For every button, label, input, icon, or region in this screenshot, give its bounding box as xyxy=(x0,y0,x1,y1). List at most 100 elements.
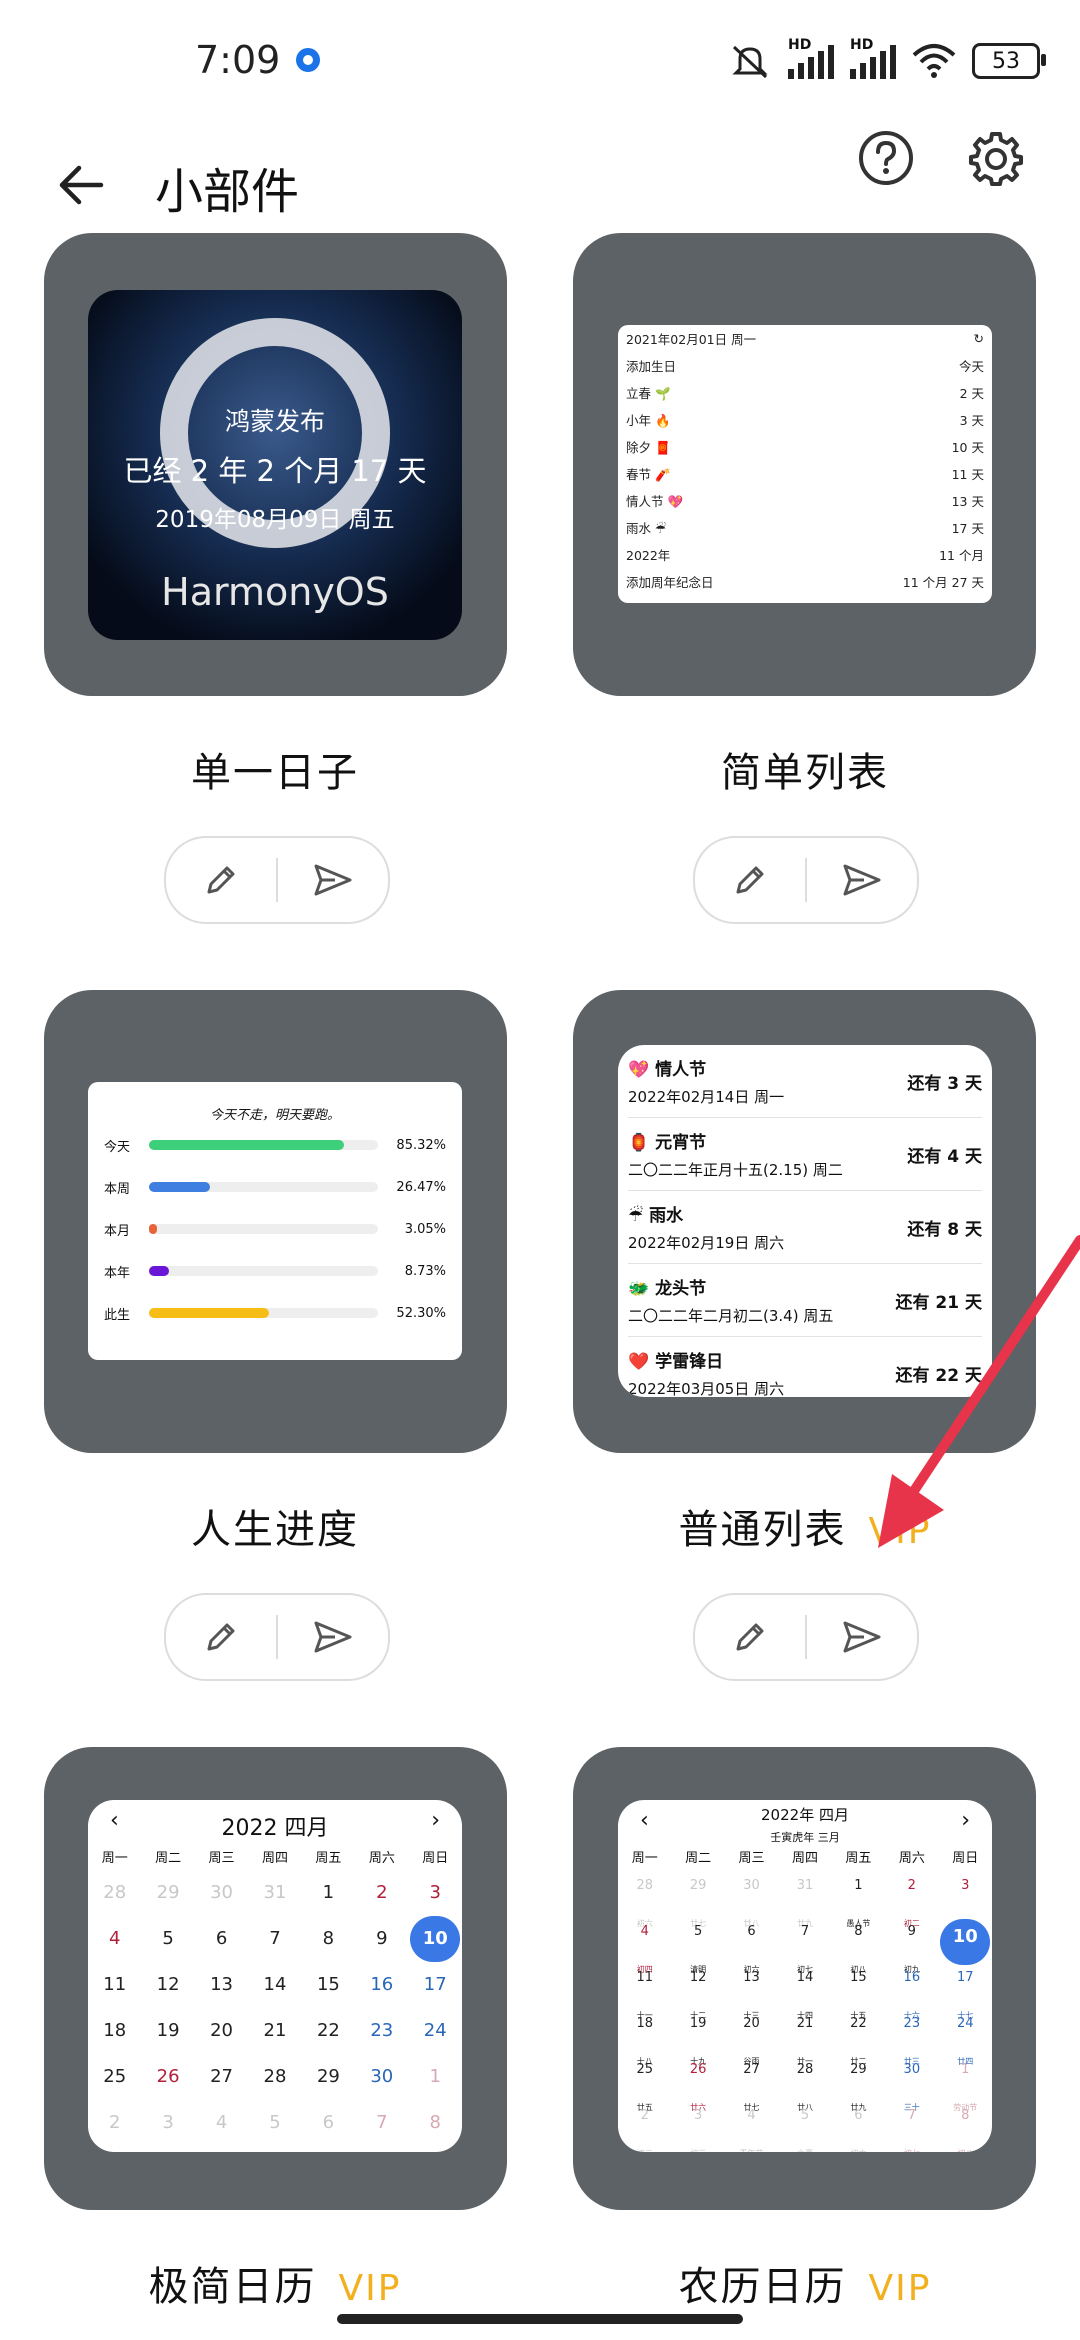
calendar-day[interactable]: 25 xyxy=(88,2054,141,2100)
calendar-day[interactable]: 8 xyxy=(409,2100,462,2146)
simple-list-row[interactable]: 情人节 💖 13 天 xyxy=(618,487,992,514)
calendar-day[interactable]: 5 立夏 xyxy=(778,2100,831,2152)
calendar-day[interactable]: 30 xyxy=(355,2054,408,2100)
edit-button[interactable] xyxy=(695,1595,805,1679)
calendar-day[interactable]: 10 xyxy=(409,1916,462,1962)
calendar-day[interactable]: 8 xyxy=(302,1916,355,1962)
calendar-day[interactable]: 18 十八 xyxy=(618,2008,671,2066)
calendar-day[interactable]: 7初七 xyxy=(778,1916,831,1974)
calendar-day[interactable]: 31 xyxy=(248,1870,301,1916)
calendar-day[interactable]: 3 初三 xyxy=(671,2100,724,2152)
simple-list-row[interactable]: 春节 🧨 11 天 xyxy=(618,460,992,487)
calendar-day[interactable]: 10 初十 xyxy=(939,1916,992,1979)
calendar-day[interactable]: 20 谷雨 xyxy=(725,2008,778,2066)
calendar-day[interactable]: 28 xyxy=(248,2054,301,2100)
calendar-day[interactable]: 29 廿七 xyxy=(671,1870,724,1928)
calendar-day[interactable]: 12 xyxy=(141,1962,194,2008)
calendar-day[interactable]: 6 xyxy=(195,1916,248,1962)
calendar-day[interactable]: 21 廿一 xyxy=(778,2008,831,2066)
send-button[interactable] xyxy=(278,1595,388,1679)
calendar-day[interactable]: 1 愚人节 xyxy=(832,1870,885,1928)
calendar-day[interactable]: 11 十一 xyxy=(618,1962,671,2020)
calendar-day[interactable]: 31 廿九 xyxy=(778,1870,831,1928)
simple-list-row[interactable]: 除夕 🧧 10 天 xyxy=(618,433,992,460)
calendar-day[interactable]: 21 xyxy=(248,2008,301,2054)
help-icon[interactable] xyxy=(858,130,914,186)
calendar-day[interactable]: 28 廿八 xyxy=(778,2054,831,2112)
calendar-day[interactable]: 7初七 xyxy=(885,2100,938,2152)
calendar-day[interactable]: 13 xyxy=(195,1962,248,2008)
calendar-day[interactable]: 7 xyxy=(355,2100,408,2146)
calendar-day[interactable]: 7 xyxy=(248,1916,301,1962)
calendar-day[interactable]: 4 xyxy=(88,1916,141,1962)
calendar-day[interactable]: 6初六 xyxy=(725,1916,778,1974)
calendar-day[interactable]: 22 廿二 xyxy=(832,2008,885,2066)
calendar-day[interactable]: 6初六 xyxy=(832,2100,885,2152)
calendar-day[interactable]: 30 三十 xyxy=(885,2054,938,2112)
simple-list-row[interactable]: 雨水 ☔ 17 天 xyxy=(618,514,992,541)
calendar-day[interactable]: 23 xyxy=(355,2008,408,2054)
send-button[interactable] xyxy=(807,838,917,922)
calendar-day[interactable]: 5 xyxy=(248,2100,301,2146)
calendar-day[interactable]: 16 十六 xyxy=(885,1962,938,2020)
calendar-day[interactable]: 8初八 xyxy=(832,1916,885,1974)
edit-button[interactable] xyxy=(166,838,276,922)
calendar-day[interactable]: 9 初九 xyxy=(885,1916,938,1974)
calendar-day[interactable]: 19 十九 xyxy=(671,2008,724,2066)
calendar-day[interactable]: 17 十七 xyxy=(939,1962,992,2020)
simple-list-row[interactable]: 立春 🌱 2 天 xyxy=(618,379,992,406)
send-button[interactable] xyxy=(278,838,388,922)
calendar-day[interactable]: 4 xyxy=(195,2100,248,2146)
calendar-day[interactable]: 6 xyxy=(302,2100,355,2146)
calendar-day[interactable]: 19 xyxy=(141,2008,194,2054)
calendar-day[interactable]: 2 xyxy=(355,1870,408,1916)
edit-button[interactable] xyxy=(695,838,805,922)
calendar-day[interactable]: 16 xyxy=(355,1962,408,2008)
calendar-day[interactable]: 3 xyxy=(409,1870,462,1916)
calendar-day[interactable]: 18 xyxy=(88,2008,141,2054)
selected-day[interactable]: 10 初十 xyxy=(940,1919,991,1979)
calendar-day[interactable]: 28 初六 xyxy=(618,1870,671,1928)
simple-list-row[interactable]: 添加生日 今天 xyxy=(618,352,992,379)
list-item[interactable]: 💖 情人节 2022年02月14日 周一 还有 3 天 xyxy=(628,1045,982,1118)
calendar-day[interactable]: 15 xyxy=(302,1962,355,2008)
calendar-day[interactable]: 1 xyxy=(409,2054,462,2100)
calendar-day[interactable]: 12 十二 xyxy=(671,1962,724,2020)
calendar-day[interactable]: 14 xyxy=(248,1962,301,2008)
simple-list-row[interactable]: 2022年 11 个月 xyxy=(618,541,992,568)
simple-list-row[interactable]: 添加周年纪念日 11 个月 27 天 xyxy=(618,568,992,595)
back-arrow-icon[interactable] xyxy=(55,160,105,210)
list-item[interactable]: 🏮 元宵节 二〇二二年正月十五(2.15) 周二 还有 4 天 xyxy=(628,1118,982,1191)
calendar-day[interactable]: 2初二 xyxy=(885,1870,938,1928)
calendar-day[interactable]: 4 初四 xyxy=(618,1916,671,1974)
calendar-day[interactable]: 5 清明 xyxy=(671,1916,724,1974)
calendar-day[interactable]: 26 廿六 xyxy=(671,2054,724,2112)
calendar-day[interactable]: 29 xyxy=(302,2054,355,2100)
home-indicator[interactable] xyxy=(337,2314,743,2324)
calendar-day[interactable]: 24 xyxy=(409,2008,462,2054)
calendar-day[interactable]: 4 青年节 xyxy=(725,2100,778,2152)
calendar-day[interactable]: 30 廿八 xyxy=(725,1870,778,1928)
calendar-day[interactable]: 23 廿三 xyxy=(885,2008,938,2066)
calendar-day[interactable]: 29 廿九 xyxy=(832,2054,885,2112)
calendar-day[interactable]: 14 十四 xyxy=(778,1962,831,2020)
send-button[interactable] xyxy=(807,1595,917,1679)
calendar-day[interactable]: 22 xyxy=(302,2008,355,2054)
gear-icon[interactable] xyxy=(968,130,1024,186)
calendar-day[interactable]: 27 廿七 xyxy=(725,2054,778,2112)
calendar-day[interactable]: 2 xyxy=(88,2100,141,2146)
calendar-day[interactable]: 1 xyxy=(302,1870,355,1916)
list-item[interactable]: 🐲 龙头节 二〇二二年二月初二(3.4) 周五 还有 21 天 xyxy=(628,1264,982,1337)
calendar-day[interactable]: 30 xyxy=(195,1870,248,1916)
calendar-day[interactable]: 26 xyxy=(141,2054,194,2100)
simple-list-row[interactable]: 小年 🔥 3 天 xyxy=(618,406,992,433)
calendar-day[interactable]: 20 xyxy=(195,2008,248,2054)
calendar-day[interactable]: 28 xyxy=(88,1870,141,1916)
calendar-day[interactable]: 27 xyxy=(195,2054,248,2100)
calendar-day[interactable]: 24 廿四 xyxy=(939,2008,992,2066)
calendar-day[interactable]: 5 xyxy=(141,1916,194,1962)
calendar-day[interactable]: 3 xyxy=(141,2100,194,2146)
calendar-day[interactable]: 13 十三 xyxy=(725,1962,778,2020)
list-item[interactable]: ❤️ 学雷锋日 2022年03月05日 周六 还有 22 天 xyxy=(628,1337,982,1397)
selected-day[interactable]: 10 xyxy=(410,1916,461,1962)
